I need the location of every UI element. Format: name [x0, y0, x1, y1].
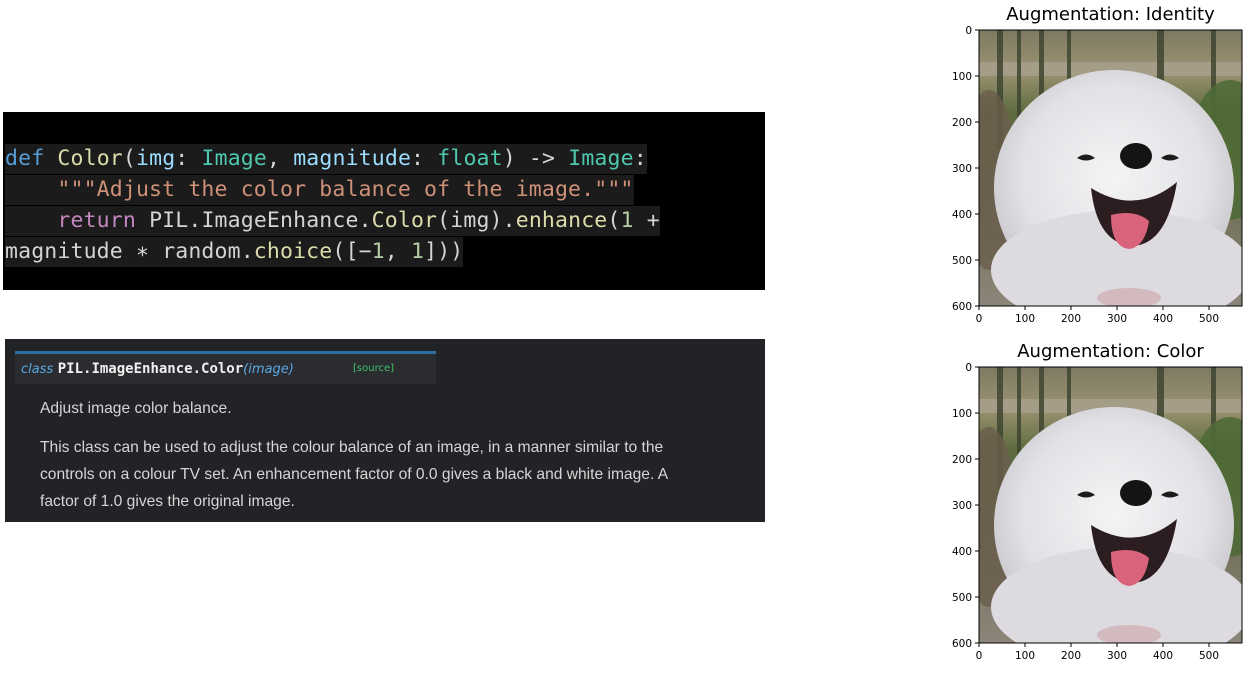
plot-title: Augmentation: Identity — [1006, 4, 1215, 25]
x-tick-label: 0 — [976, 313, 983, 325]
documentation-panel: class PIL.ImageEnhance.Color(image) [sou… — [5, 339, 765, 522]
y-tick-label: 600 — [952, 301, 972, 313]
plot-svg: Augmentation: Identity 0 100 200 300 400 500 60… — [952, 4, 1243, 325]
code-token: , — [266, 146, 294, 171]
y-tick-label: 200 — [952, 117, 972, 129]
code-token: ])) — [424, 239, 464, 264]
x-tick-label: 300 — [1107, 650, 1127, 662]
x-tick-label: 400 — [1153, 313, 1173, 325]
y-tick-label: 600 — [952, 638, 972, 650]
code-token: Image — [568, 146, 634, 171]
code-snippet-panel: def Color(img: Image, magnitude: float) … — [3, 112, 765, 290]
code-token: (img). — [437, 208, 516, 233]
plot-svg: Augmentation: Color 0 100 200 300 400 500 600 0 1… — [952, 341, 1243, 662]
code-token: ) -> — [502, 146, 569, 171]
code-line: def Color(img: Image, magnitude: float) … — [5, 144, 647, 174]
code-token: : — [175, 146, 202, 171]
code-token: enhance — [515, 208, 608, 233]
x-tick-label: 200 — [1061, 313, 1081, 325]
class-argument: image — [248, 362, 289, 377]
class-signature: class PIL.ImageEnhance.Color(image) [sou… — [15, 351, 436, 384]
x-tick-label: 400 — [1153, 650, 1173, 662]
x-tick-label: 500 — [1199, 650, 1219, 662]
code-token: float — [437, 146, 503, 171]
dog-photo — [979, 30, 1242, 306]
code-line: magnitude ∗ random.choice([−1, 1])) — [5, 237, 464, 267]
code-token: return — [57, 208, 136, 233]
x-tick-label: 300 — [1107, 313, 1127, 325]
code-token: img — [136, 146, 176, 171]
y-tick-label: 0 — [965, 25, 972, 37]
signature-text: class PIL.ImageEnhance.Color(image) — [21, 361, 294, 377]
code-line: return PIL.ImageEnhance.Color(img).enhan… — [5, 206, 660, 236]
y-tick-label: 100 — [952, 408, 972, 420]
class-name: PIL.ImageEnhance.Color — [57, 361, 244, 377]
code-token: + — [633, 208, 660, 233]
x-tick-label: 0 — [976, 650, 983, 662]
code-token: 1 — [371, 239, 385, 264]
y-tick-label: 300 — [952, 500, 972, 512]
code-token: Color — [371, 208, 438, 233]
code-token: Color — [57, 146, 123, 171]
code-token: 1 — [410, 239, 425, 264]
code-token: magnitude ∗ random. — [5, 239, 254, 264]
code-token: : — [411, 146, 438, 171]
y-tick-label: 500 — [952, 255, 972, 267]
code-token: , — [384, 239, 411, 264]
y-tick-label: 300 — [952, 163, 972, 175]
augmentation-plot: Augmentation: Color 0 100 200 300 400 500 600 0 1… — [938, 337, 1246, 673]
x-tick-label: 500 — [1199, 313, 1219, 325]
x-tick-label: 100 — [1015, 313, 1035, 325]
code-token: ( — [122, 146, 136, 171]
code-token: PIL.ImageEnhance. — [135, 208, 372, 233]
code-token: Image — [201, 146, 267, 171]
code-token: def — [5, 146, 45, 171]
augmentation-plot: Augmentation: Identity 0 100 200 300 400 500 60… — [938, 0, 1246, 336]
doc-description-line: controls on a colour TV set. An enhancem… — [40, 466, 669, 483]
y-tick-label: 400 — [952, 546, 972, 558]
plot-title: Augmentation: Color — [1017, 341, 1204, 362]
doc-description-line: This class can be used to adjust the col… — [40, 439, 664, 456]
close-paren: ) — [288, 362, 294, 377]
code-line: """Adjust the color balance of the image… — [5, 175, 634, 205]
y-tick-label: 400 — [952, 209, 972, 221]
y-tick-label: 0 — [965, 362, 972, 374]
doc-description-line: factor of 1.0 gives the original image. — [40, 493, 295, 510]
y-tick-label: 100 — [952, 71, 972, 83]
class-keyword: class — [21, 362, 54, 377]
code-token: : — [633, 146, 647, 171]
code-token: ([− — [332, 239, 372, 264]
y-tick-label: 500 — [952, 592, 972, 604]
code-token: ( — [607, 208, 621, 233]
x-tick-label: 100 — [1015, 650, 1035, 662]
code-token: 1 — [620, 208, 634, 233]
dog-photo — [979, 367, 1242, 643]
code-token: choice — [253, 239, 333, 264]
y-tick-label: 200 — [952, 454, 972, 466]
code-token: magnitude — [293, 146, 412, 171]
x-tick-label: 200 — [1061, 650, 1081, 662]
doc-summary: Adjust image color balance. — [40, 400, 232, 417]
code-token: """Adjust the color balance of the image… — [57, 177, 634, 202]
source-link[interactable]: [source] — [353, 363, 394, 374]
